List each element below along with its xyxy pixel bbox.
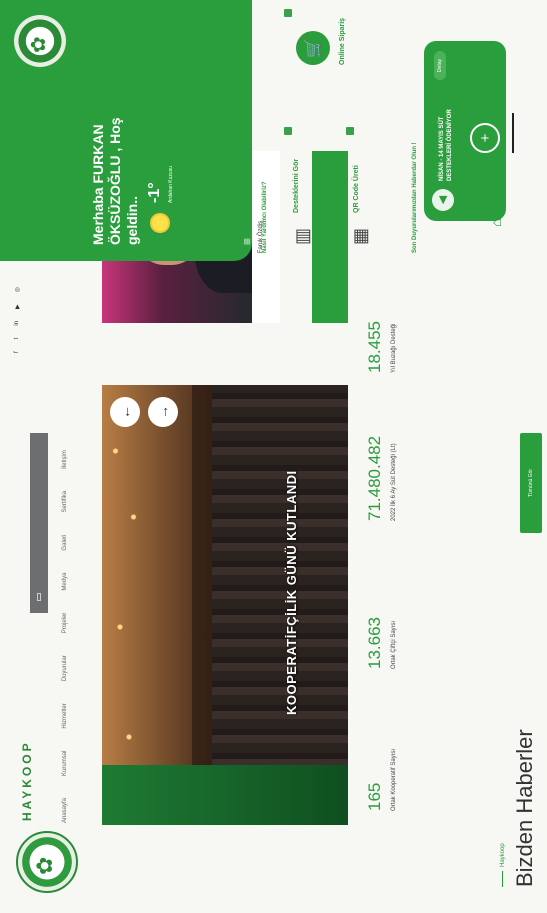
nav-item[interactable]: Medya [62,573,68,591]
qr-code-icon[interactable]: ▦ [350,228,371,245]
arrow-right-icon: → [155,405,171,419]
service-online-order[interactable]: Online Sipariş [338,5,347,65]
logo-icon: ✿ [28,36,50,53]
stat-value: 13.663 [365,617,384,669]
stat-farmers: 13.663 Ortak Çiftçi Sayısı [365,617,397,669]
service-title: Online Sipariş [339,17,346,65]
hero-banner [102,765,348,825]
facebook-icon[interactable]: f [14,351,21,353]
panel-logo: ✿ [14,15,66,67]
stat-value: 165 [365,782,384,811]
menu-icon[interactable]: ≡ [240,238,254,245]
detail-button[interactable]: Detay [434,51,446,81]
news-kicker: Haykoop [500,843,506,887]
stat-value: 18.455 [365,321,384,373]
nav-item[interactable]: Sertifika [62,491,68,513]
cart-icon[interactable]: 🛒 [296,31,330,65]
announcements-title: Son Duyurularımızdan Haberdar Olun ! [412,142,418,253]
support-icon[interactable]: ▥ [292,228,313,245]
add-button[interactable]: + [470,123,500,153]
all-news-label: Tümünü Gör [528,468,534,498]
service-qr-code[interactable]: QR Code Üreti [352,153,361,213]
service-supports[interactable]: Desteklerini Gör [292,153,301,213]
weather-location: Ardahan Kuzusu [168,166,174,203]
service-title: QR Code Üreti [353,165,360,213]
stat-calf-support: 18.455 Yıl Buzağı Desteği [365,321,397,373]
news-title: Bizden Haberler [512,729,537,887]
social-links: f t in ▶ ◎ [14,287,21,353]
hero-slider[interactable]: KOOPERATİFÇİLİK GÜNÜ KUTLANDI ← → [102,385,348,825]
stat-value: 71.480.482 [365,435,384,521]
logo[interactable]: ✿ [16,831,78,893]
stat-label: Ortak Kooperatif Sayısı [391,748,397,811]
sun-icon [150,213,170,233]
nav-item[interactable]: Anasayfa [62,798,68,823]
help-title: Nasıl Yardımcı Olabiliriz? [262,181,268,253]
hero-crowd [212,385,348,825]
home-indicator [512,113,514,153]
stat-milk-support: 71.480.482 2022 İlk 6 Ay Süt Desteği (Lt… [365,436,397,521]
stat-cooperatives: 165 Ortak Kooperatif Sayısı [365,749,397,811]
announcement-text: NİSAN - 14 MAYIS SÜT DESTEKLERİ ÖDENİYOR [439,109,453,181]
stat-label: Yıl Buzağı Desteği [391,323,397,373]
nav-item[interactable]: Kurumsal [62,751,68,776]
temperature: -1° [146,182,163,203]
arrow-left-icon: ← [117,405,133,419]
badge-icon [284,127,292,135]
stat-label: 2022 İlk 6 Ay Süt Desteği (Lt) [391,443,397,521]
president-links [312,151,348,323]
greeting-text: Merhaba FURKAN ÖKSÜZOĞLU , Hoş geldin.. [90,117,140,245]
brand-name: HAYKOOP [20,740,34,821]
badge-icon [284,9,292,17]
all-news-button[interactable]: Tümünü Gör [520,433,542,533]
badge-icon [346,127,354,135]
linkedin-icon[interactable]: in [14,321,21,326]
instagram-icon[interactable]: ◎ [14,287,21,292]
twitter-icon[interactable]: t [14,338,21,340]
nav-item[interactable]: Galeri [62,535,68,551]
plus-icon: + [476,133,494,143]
info-pill[interactable] [37,593,41,601]
nav-item[interactable]: Hizmetler [62,703,68,728]
slider-prev-button[interactable]: ← [110,397,140,427]
hero-title: KOOPERATİFÇİLİK GÜNÜ KUTLANDI [284,470,299,715]
youtube-icon[interactable]: ▶ [14,304,21,309]
main-nav: Anasayfa Kurumsal Hizmetler Duyurular Pr… [62,450,68,823]
nav-item[interactable]: Duyurular [62,655,68,681]
stat-label: Ortak Çiftçi Sayısı [391,620,397,669]
hero-ceiling [102,385,192,825]
info-bar [30,433,48,613]
service-title: Desteklerini Gör [293,158,300,213]
home-icon[interactable]: ⌂ [488,219,504,227]
logo-icon: ✿ [32,856,57,875]
slider-next-button[interactable]: → [148,397,178,427]
nav-item[interactable]: Projeler [62,613,68,634]
nav-item[interactable]: İletişim [62,450,68,469]
speaker-icon: ◀ [432,189,454,211]
